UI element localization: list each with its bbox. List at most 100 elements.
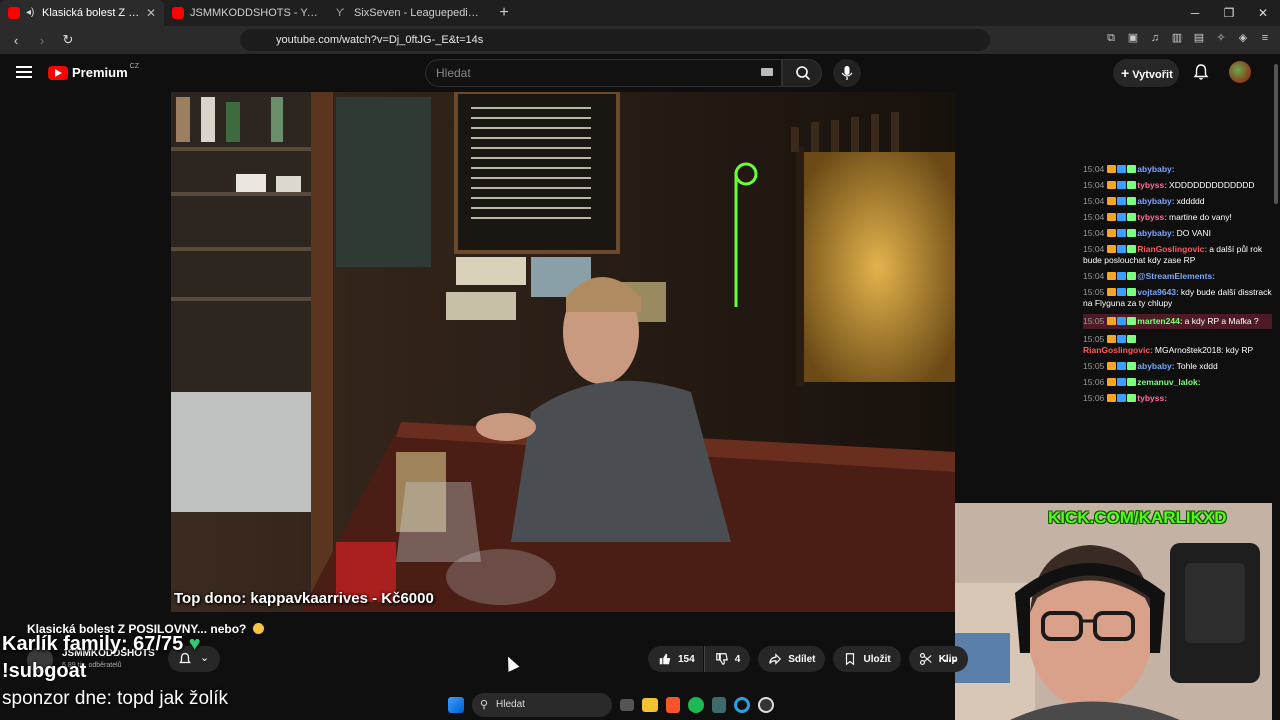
screenshot-icon[interactable]: ▣: [1126, 31, 1140, 45]
reload-icon[interactable]: ↻: [58, 32, 78, 48]
search-button[interactable]: [782, 59, 822, 87]
chat-badge-icon: [1127, 362, 1137, 370]
keyboard-icon[interactable]: [761, 68, 773, 76]
chat-badge-icon: [1107, 288, 1117, 296]
close-window-icon[interactable]: ✕: [1246, 0, 1280, 26]
share-button[interactable]: Sdílet: [758, 646, 826, 672]
tab-leaguepedia[interactable]: Ƴ SixSeven - Leaguepedia | League of L: [328, 0, 492, 26]
clip-button[interactable]: Klip: [908, 646, 968, 672]
tab-title: JSMMKODDSHOTS - YouTube: [190, 7, 320, 19]
search-input[interactable]: Hledat: [425, 59, 782, 87]
spotify-icon[interactable]: [688, 697, 704, 713]
share-icon: [769, 653, 782, 665]
chat-badge-icon: [1127, 394, 1137, 402]
sidebar-icon[interactable]: ▥: [1170, 31, 1184, 45]
emoji-icon: [252, 623, 264, 634]
webcam-image: [955, 503, 1280, 720]
minimize-icon[interactable]: ─: [1178, 0, 1212, 26]
restore-icon[interactable]: ❐: [1212, 0, 1246, 26]
taskbar-search[interactable]: ⚲ Hledat: [472, 693, 612, 717]
hamburger-menu-icon[interactable]: [16, 66, 32, 78]
chat-badge-icon: [1117, 335, 1127, 343]
chat-message: 15:04 RianGoslingovic: a další půl rok bud…: [1083, 244, 1273, 266]
back-icon[interactable]: ‹: [6, 33, 26, 48]
video-frame-image: [171, 92, 955, 612]
page-scrollbar[interactable]: [1272, 54, 1280, 720]
sponsor-overlay: sponzor dne: topd jak žolík: [2, 688, 229, 709]
chat-timestamp: 15:04: [1083, 212, 1105, 222]
chat-message: 15:04 tybyss: martine do vany!: [1083, 212, 1273, 223]
chat-text: DO VANI: [1176, 228, 1211, 238]
chat-message: 15:06 zemanuv_lalok:: [1083, 377, 1273, 388]
video-player[interactable]: [171, 92, 955, 612]
microphone-icon: [841, 66, 853, 80]
chat-timestamp: 15:05: [1083, 316, 1105, 326]
chat-username: abybaby:: [1137, 196, 1175, 206]
plus-icon: +: [1121, 65, 1130, 81]
voice-search-button[interactable]: [833, 59, 861, 87]
ai-icon[interactable]: ✧: [1214, 31, 1228, 45]
windows-taskbar: ⚲ Hledat: [448, 690, 838, 720]
chat-text: XDDDDDDDDDDDDD: [1169, 180, 1255, 190]
dislike-button[interactable]: 4: [703, 646, 751, 672]
wallet-icon[interactable]: ▤: [1192, 31, 1206, 45]
music-icon[interactable]: ♫: [1148, 31, 1162, 45]
share-label: Sdílet: [788, 653, 816, 665]
chat-badge-icon: [1107, 245, 1117, 253]
chat-message: 15:05 abybaby: Tohle xddd: [1083, 361, 1273, 372]
chat-text: MGArnoštek2018: kdy RP: [1154, 345, 1254, 355]
chat-username: tybyss:: [1137, 180, 1168, 190]
tab-active[interactable]: ◂) Klasická bolest Z POSILOVNY ✕: [0, 0, 164, 26]
close-tab-icon[interactable]: ✕: [146, 6, 156, 20]
youtube-header: Premium CZ Hledat + Vytvořit: [0, 54, 1280, 92]
notifications-bell-icon[interactable]: [1192, 63, 1210, 81]
chat-username: marten244:: [1137, 316, 1183, 326]
chat-badge-icon: [1117, 362, 1127, 370]
audio-icon[interactable]: ◂): [26, 7, 36, 19]
chat-username: @StreamElements:: [1137, 271, 1216, 281]
chat-username: tybyss:: [1137, 393, 1168, 403]
tab-title: Klasická bolest Z POSILOVNY: [42, 7, 140, 19]
chat-timestamp: 15:04: [1083, 271, 1105, 281]
task-view-icon[interactable]: [620, 699, 634, 711]
brave-browser-icon[interactable]: [666, 697, 680, 713]
tab-youtube-channel[interactable]: JSMMKODDSHOTS - YouTube: [164, 0, 328, 26]
chat-timestamp: 15:05: [1083, 361, 1105, 371]
menu-icon[interactable]: ≡: [1258, 31, 1272, 45]
extensions-icon[interactable]: ⧉: [1104, 31, 1118, 45]
chat-badge-icon: [1127, 288, 1137, 296]
chat-text: xddddd: [1176, 196, 1205, 206]
chat-username: RianGoslingovic:: [1137, 244, 1208, 254]
new-tab-button[interactable]: +: [492, 4, 516, 22]
ccleaner-icon[interactable]: [734, 697, 750, 713]
obs-icon[interactable]: [758, 697, 774, 713]
save-label: Uložit: [863, 653, 891, 665]
top-donation-overlay: Top dono: kappavkaarrives - Kč6000: [174, 590, 434, 607]
youtube-icon: [172, 7, 184, 19]
account-avatar[interactable]: [1229, 61, 1251, 83]
chat-badge-icon: [1107, 317, 1117, 325]
vpn-icon[interactable]: ◈: [1236, 31, 1250, 45]
forward-icon[interactable]: ›: [32, 33, 52, 48]
address-bar[interactable]: youtube.com/watch?v=Dj_0ftJG-_E&t=14s: [240, 29, 990, 51]
create-button[interactable]: + Vytvořit: [1113, 59, 1179, 87]
chat-username: zemanuv_lalok:: [1137, 377, 1201, 387]
chat-timestamp: 15:06: [1083, 377, 1105, 387]
windows-start-icon[interactable]: [448, 697, 464, 713]
save-button[interactable]: Uložit: [833, 646, 901, 672]
webcam-overlay: [955, 503, 1280, 720]
youtube-play-icon: [48, 65, 68, 80]
heart-icon: ♥: [188, 633, 201, 655]
chat-badge-icon: [1127, 181, 1137, 189]
search-icon: [796, 66, 811, 81]
file-explorer-icon[interactable]: [642, 698, 658, 712]
leaguepedia-icon: Ƴ: [336, 7, 345, 19]
thumbs-up-icon: [659, 653, 671, 665]
subgoat-overlay: !subgoat: [2, 660, 87, 682]
chat-badge-icon: [1127, 197, 1137, 205]
app-icon[interactable]: [712, 697, 726, 713]
youtube-logo[interactable]: Premium CZ: [48, 63, 139, 80]
more-actions-button[interactable]: ⋯: [943, 652, 957, 669]
like-button[interactable]: 154: [648, 646, 703, 672]
logo-text: Premium: [72, 65, 128, 80]
